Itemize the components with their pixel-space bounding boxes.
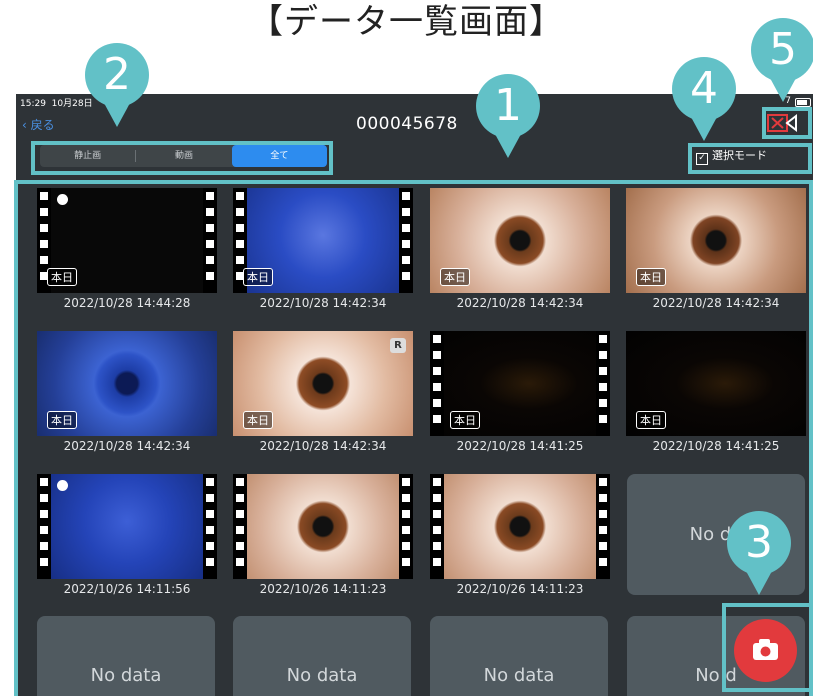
callout-1: 1 bbox=[476, 74, 540, 158]
battery-icon bbox=[795, 98, 811, 107]
status-date: 10月28日 bbox=[51, 99, 93, 109]
status-bar: 15:29 10月28日 bbox=[20, 96, 93, 109]
grid-highlight bbox=[14, 180, 813, 696]
callout-2: 2 bbox=[85, 43, 149, 127]
chevron-left-icon: ‹ bbox=[22, 118, 27, 132]
patient-id: 000045678 bbox=[356, 114, 458, 134]
callout-5: 5 bbox=[751, 18, 813, 102]
page-title: 【データ一覧画面】 bbox=[249, 2, 564, 42]
status-time: 15:29 bbox=[20, 99, 46, 109]
back-label: 戻る bbox=[30, 118, 55, 132]
select-mode-highlight bbox=[688, 143, 812, 174]
back-button[interactable]: ‹ 戻る bbox=[22, 116, 55, 133]
filter-highlight bbox=[31, 141, 333, 175]
capture-highlight bbox=[722, 603, 813, 692]
video-highlight bbox=[762, 107, 812, 139]
callout-3: 3 bbox=[727, 511, 791, 595]
callout-4: 4 bbox=[672, 57, 736, 141]
